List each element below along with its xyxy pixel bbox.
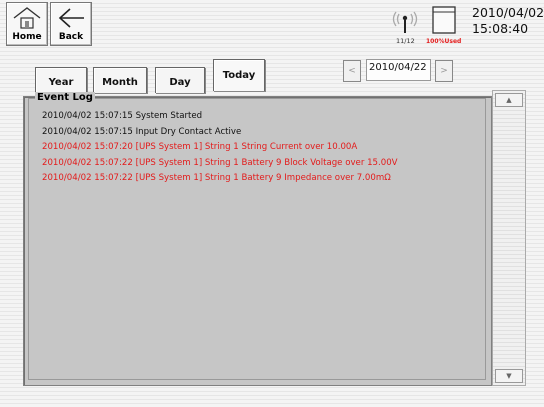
log-entry: 2010/04/02 15:07:22 [UPS System 1] Strin… [42,173,391,183]
log-entry: 2010/04/02 15:07:22 [UPS System 1] Strin… [42,157,398,168]
clock-time: 15:08:40 [472,21,529,36]
tab-today-label: Today [222,70,256,81]
scroll-up-button[interactable]: ▲ [495,93,523,107]
home-label: Home [12,32,42,42]
storage-text: 100%Used [426,38,462,45]
log-entry: 2010/04/02 15:07:15 System Started [42,111,203,121]
scroll-down-button[interactable]: ▼ [495,369,523,383]
tab-today[interactable]: Today [213,59,265,91]
event-log-title: Event Log [35,92,95,103]
signal-indicator: 11/12 [388,6,422,46]
chevron-right-icon: > [440,66,448,76]
storage-icon [432,6,456,34]
tab-year[interactable]: Year [35,67,87,93]
tab-month[interactable]: Month [93,67,147,93]
chevron-up-icon: ▲ [506,96,512,104]
clock: 2010/04/02 15:08:40 [472,5,544,37]
event-log-list: 2010/04/02 15:07:15 System Started 2010/… [42,109,398,187]
signal-text: 11/12 [396,37,415,45]
clock-date: 2010/04/02 [472,5,544,20]
log-entry: 2010/04/02 15:07:20 [UPS System 1] Strin… [42,142,358,152]
event-log-group: Event Log 2010/04/02 15:07:15 System Sta… [28,92,486,380]
chevron-left-icon: < [348,66,356,76]
next-date-button[interactable]: > [435,60,453,82]
signal-icon [392,11,418,33]
back-label: Back [58,32,84,42]
back-button[interactable]: Back [50,2,92,46]
tab-month-label: Month [102,77,138,88]
back-arrow-icon [58,8,84,28]
tab-day[interactable]: Day [155,67,205,93]
event-log-scrollbar[interactable]: ▲ ▼ [492,90,526,386]
prev-date-button[interactable]: < [343,60,361,82]
chevron-down-icon: ▼ [506,372,512,380]
storage-indicator: 100%Used [424,6,464,46]
date-display: 2010/04/22 [366,59,431,81]
tab-year-label: Year [48,77,74,88]
event-log-panel: Event Log 2010/04/02 15:07:15 System Sta… [23,92,492,386]
log-entry: 2010/04/02 15:07:15 Input Dry Contact Ac… [42,126,242,137]
home-button[interactable]: Home [6,2,48,46]
tab-day-label: Day [169,77,191,88]
home-icon [13,7,41,29]
